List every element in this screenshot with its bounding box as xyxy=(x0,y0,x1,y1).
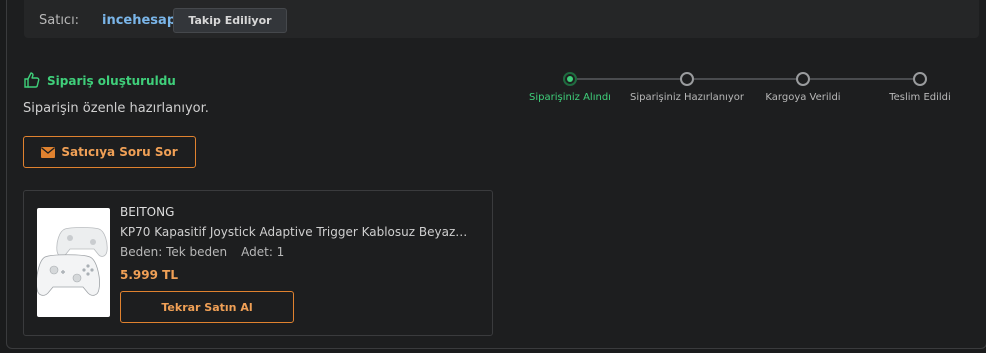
step-dot-received xyxy=(563,72,577,86)
follow-button[interactable]: Takip Ediliyor xyxy=(173,8,287,33)
seller-bar: Satıcı: incehesap Takip Ediliyor xyxy=(24,0,979,38)
product-brand: BEITONG xyxy=(120,205,175,219)
ask-seller-label: Satıcıya Soru Sor xyxy=(61,145,178,159)
product-name-link[interactable]: KP70 Kapasitif Joystick Adaptive Trigger… xyxy=(120,225,470,239)
thumbs-up-icon xyxy=(24,72,40,88)
seller-name-link[interactable]: incehesap xyxy=(102,13,176,28)
envelope-icon xyxy=(41,146,56,158)
product-image[interactable] xyxy=(36,208,110,317)
product-price: 5.999 TL xyxy=(120,268,178,282)
track-line xyxy=(577,78,687,80)
seller-label: Satıcı: xyxy=(39,13,80,28)
step-label-preparing: Siparişiniz Hazırlanıyor xyxy=(630,92,744,103)
step-label-received: Siparişiniz Alındı xyxy=(529,92,611,103)
order-progress-tracker: Siparişiniz Alındı Siparişiniz Hazırlanı… xyxy=(520,68,960,118)
step-label-delivered: Teslim Edildi xyxy=(889,92,951,103)
track-line xyxy=(694,78,803,80)
order-status-title: Sipariş oluşturuldu xyxy=(47,74,176,88)
product-card: BEITONG KP70 Kapasitif Joystick Adaptive… xyxy=(23,190,493,336)
product-quantity: Adet: 1 xyxy=(241,245,285,259)
gamepad-image xyxy=(36,227,108,296)
step-dot-preparing xyxy=(680,72,694,86)
step-dot-shipped xyxy=(796,72,810,86)
product-meta: Beden: Tek beden Adet: 1 xyxy=(120,245,284,259)
step-dot-delivered xyxy=(913,72,927,86)
product-size: Beden: Tek beden xyxy=(120,245,228,259)
track-line xyxy=(810,78,916,80)
ask-seller-button[interactable]: Satıcıya Soru Sor xyxy=(23,136,196,168)
order-status-subtitle: Siparişin özenle hazırlanıyor. xyxy=(23,101,209,116)
buy-again-button[interactable]: Tekrar Satın Al xyxy=(120,291,294,323)
step-label-shipped: Kargoya Verildi xyxy=(765,92,841,103)
